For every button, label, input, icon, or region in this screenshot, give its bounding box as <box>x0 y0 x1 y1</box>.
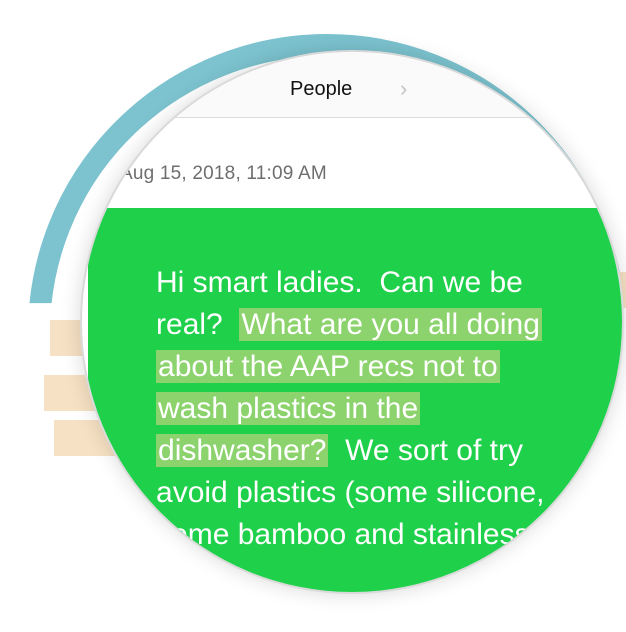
conversation-header: People › <box>172 52 552 118</box>
conversation-title[interactable]: People <box>290 78 352 101</box>
message-text: some bamboo and stainless <box>156 518 530 551</box>
chevron-right-icon[interactable]: › <box>400 76 407 102</box>
message-bubble[interactable]: Hi smart ladies. Can we be real? What ar… <box>88 208 622 592</box>
magnifier-lens: People › Aug 15, 2018, 11:09 AM Hi smart… <box>82 52 622 592</box>
message-line: some bamboo and stainless <box>106 484 530 586</box>
message-timestamp: Aug 15, 2018, 11:09 AM <box>120 163 327 184</box>
